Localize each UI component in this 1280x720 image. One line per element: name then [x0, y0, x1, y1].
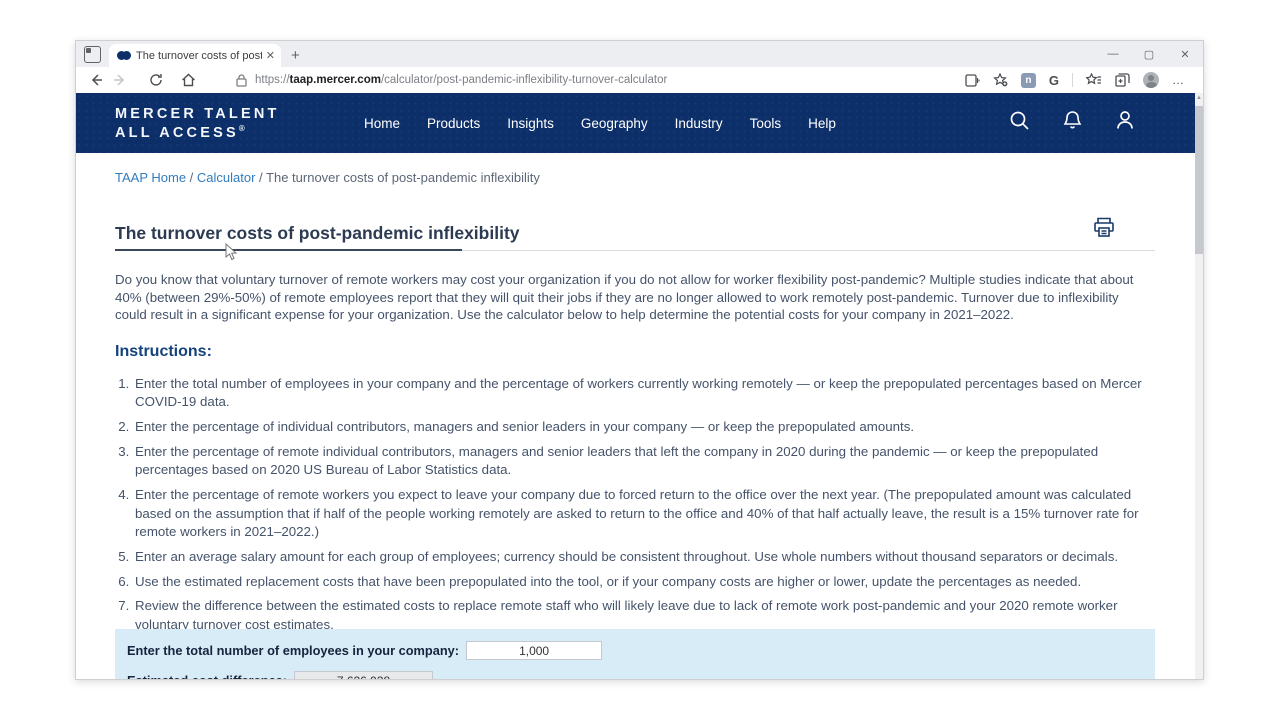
search-icon[interactable] [1009, 110, 1030, 136]
page-title: The turnover costs of post-pandemic infl… [115, 223, 520, 244]
nav-item-home[interactable]: Home [364, 116, 400, 131]
title-divider [115, 249, 1155, 251]
instruction-item: Use the estimated replacement costs that… [133, 573, 1157, 591]
logo-line2: ALL ACCESS® [115, 124, 280, 143]
browser-window: The turnover costs of post-pand ✕ + — ▢ … [75, 40, 1204, 680]
cost-difference-label: Estimated cost difference: [127, 673, 287, 680]
breadcrumb-separator: / [255, 170, 266, 185]
home-icon[interactable] [176, 73, 200, 87]
collections-icon[interactable] [1115, 73, 1130, 87]
breadcrumb-separator: / [186, 170, 197, 185]
breadcrumb: TAAP Home / Calculator / The turnover co… [115, 170, 540, 185]
scrollbar-up-arrow-icon[interactable]: ▲ [1195, 95, 1203, 101]
nav-item-insights[interactable]: Insights [507, 116, 554, 131]
settings-menu-icon[interactable]: … [1172, 73, 1185, 87]
address-bar[interactable]: https://taap.mercer.com/calculator/post-… [214, 74, 965, 87]
read-aloud-icon[interactable] [965, 74, 980, 87]
employees-label: Enter the total number of employees in y… [127, 643, 459, 658]
add-favorite-star-icon[interactable] [993, 73, 1008, 87]
instruction-item: Enter the percentage of remote individua… [133, 443, 1157, 480]
tab-actions-menu-icon[interactable] [84, 46, 101, 63]
instructions-heading: Instructions: [115, 343, 212, 361]
nav-item-tools[interactable]: Tools [750, 116, 782, 131]
extension-g-icon[interactable]: G [1049, 73, 1059, 88]
mouse-cursor [225, 243, 238, 266]
cost-difference-value [294, 671, 433, 680]
extension-n-icon[interactable]: n [1021, 73, 1036, 88]
nav-item-help[interactable]: Help [808, 116, 836, 131]
new-tab-button[interactable]: + [291, 47, 300, 64]
window-minimize-button[interactable]: — [1095, 41, 1131, 67]
tab-title: The turnover costs of post-pand [136, 50, 262, 62]
refresh-icon[interactable] [144, 73, 168, 87]
page-scrollbar[interactable]: ▲ [1195, 93, 1203, 680]
page-content: TAAP Home / Calculator / The turnover co… [76, 153, 1197, 680]
logo-line1: MERCER TALENT [115, 105, 280, 124]
account-person-icon[interactable] [1115, 110, 1135, 136]
site-header: MERCER TALENT ALL ACCESS® Home Products … [76, 93, 1197, 153]
breadcrumb-current: The turnover costs of post-pandemic infl… [266, 170, 540, 185]
instruction-item: Enter the percentage of individual contr… [133, 418, 1157, 436]
main-nav: Home Products Insights Geography Industr… [364, 93, 836, 153]
url-text: https://taap.mercer.com/calculator/post-… [255, 74, 667, 86]
instructions-list: Enter the total number of employees in y… [117, 375, 1157, 641]
intro-paragraph: Do you know that voluntary turnover of r… [115, 271, 1152, 324]
nav-item-industry[interactable]: Industry [675, 116, 723, 131]
employees-input[interactable] [466, 641, 602, 660]
instruction-item: Enter the total number of employees in y… [133, 375, 1157, 412]
back-icon[interactable] [84, 73, 108, 87]
notifications-bell-icon[interactable] [1063, 110, 1082, 136]
profile-avatar-icon[interactable] [1143, 72, 1159, 88]
print-icon[interactable] [1092, 215, 1116, 244]
breadcrumb-taap-home-link[interactable]: TAAP Home [115, 170, 186, 185]
instruction-item: Enter an average salary amount for each … [133, 548, 1157, 566]
tab-close-icon[interactable]: ✕ [266, 49, 275, 62]
calculator-panel: Enter the total number of employees in y… [115, 629, 1155, 680]
scrollbar-thumb[interactable] [1195, 106, 1203, 254]
window-maximize-button[interactable]: ▢ [1131, 41, 1167, 67]
toolbar-divider [1072, 73, 1073, 87]
mercer-favicon-icon [117, 51, 130, 60]
nav-item-geography[interactable]: Geography [581, 116, 648, 131]
browser-tab[interactable]: The turnover costs of post-pand ✕ [109, 44, 281, 67]
browser-toolbar: https://taap.mercer.com/calculator/post-… [76, 67, 1203, 93]
tab-strip: The turnover costs of post-pand ✕ + — ▢ … [76, 41, 1203, 67]
lock-icon [236, 74, 247, 87]
nav-item-products[interactable]: Products [427, 116, 480, 131]
breadcrumb-calculator-link[interactable]: Calculator [197, 170, 256, 185]
instruction-item: Enter the percentage of remote workers y… [133, 486, 1157, 541]
window-close-button[interactable]: ✕ [1167, 41, 1203, 67]
forward-icon [108, 73, 132, 87]
favorites-bar-icon[interactable] [1086, 73, 1102, 87]
mercer-logo[interactable]: MERCER TALENT ALL ACCESS® [115, 105, 280, 142]
